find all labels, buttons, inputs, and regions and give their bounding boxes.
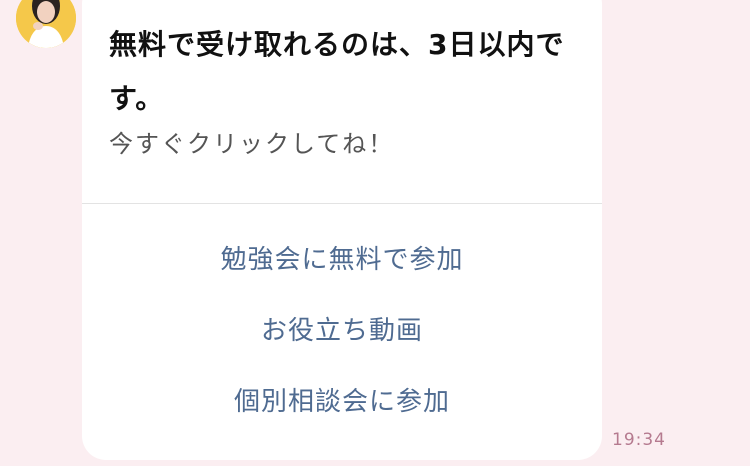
avatar[interactable] <box>16 0 76 48</box>
message-subtitle: 今すぐクリックしてね！ <box>109 130 395 158</box>
join-individual-consultation-button[interactable]: 個別相談会に参加 <box>82 384 602 420</box>
message-timestamp: 19:34 <box>612 430 666 450</box>
message-bubble: 無料で受け取れるのは、3日以内です。 今すぐクリックしてね！ 勉強会に無料で参加… <box>82 0 602 460</box>
profile-photo-icon <box>16 0 76 48</box>
divider <box>82 203 602 204</box>
useful-videos-button[interactable]: お役立ち動画 <box>82 313 602 349</box>
join-free-study-session-button[interactable]: 勉強会に無料で参加 <box>82 242 602 278</box>
message-title: 無料で受け取れるのは、3日以内です。 <box>109 28 565 115</box>
